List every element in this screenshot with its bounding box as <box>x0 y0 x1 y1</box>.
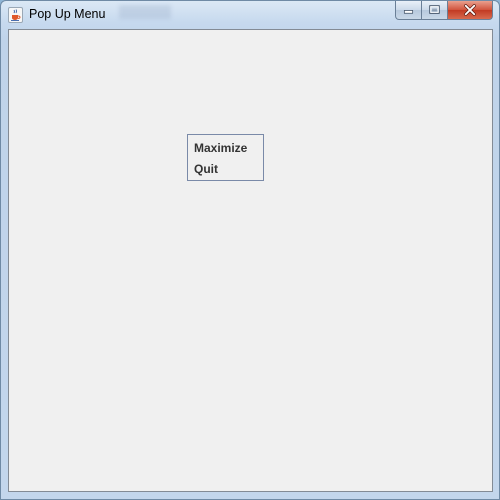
menu-item-quit[interactable]: Quit <box>188 161 263 182</box>
title-bar[interactable]: Pop Up Menu <box>1 1 499 28</box>
caption-buttons <box>395 1 493 20</box>
minimize-button[interactable] <box>395 1 422 20</box>
minimize-icon <box>403 10 414 14</box>
window-title: Pop Up Menu <box>29 7 106 21</box>
app-window: Pop Up Menu Maximize Quit <box>0 0 500 500</box>
maximize-icon <box>429 5 440 14</box>
java-coffee-cup-icon[interactable] <box>8 7 23 23</box>
content-area[interactable]: Maximize Quit <box>8 29 493 492</box>
popup-menu: Maximize Quit <box>187 134 264 181</box>
close-button[interactable] <box>448 1 493 20</box>
close-icon <box>464 4 476 16</box>
menu-item-maximize[interactable]: Maximize <box>188 140 263 161</box>
title-ghost-blur <box>119 5 171 19</box>
maximize-button[interactable] <box>422 1 448 20</box>
